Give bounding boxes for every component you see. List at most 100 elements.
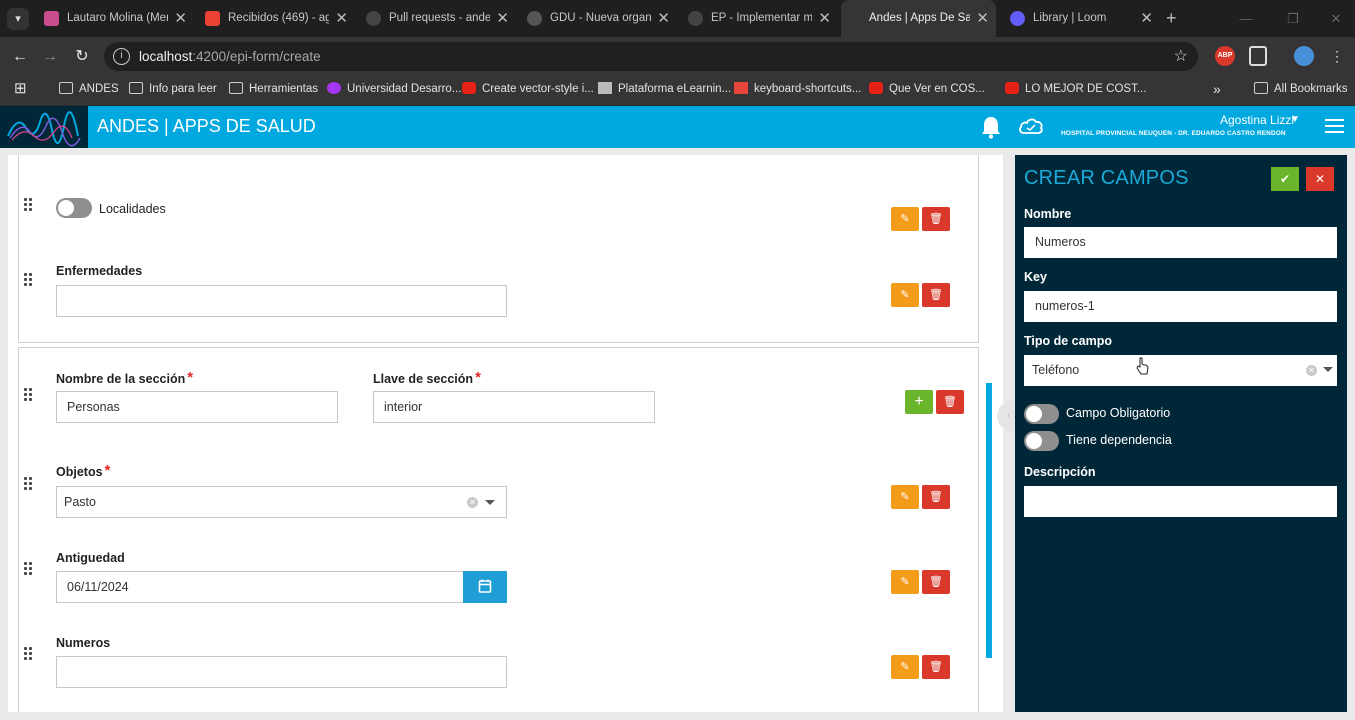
- gmail-icon: [205, 11, 220, 26]
- close-icon[interactable]: ✕: [818, 0, 831, 37]
- bookmark-label: Universidad Desarro...: [347, 83, 462, 95]
- close-icon[interactable]: ✕: [496, 0, 509, 37]
- browser-tab[interactable]: GDU - Nueva organi ✕: [517, 0, 677, 37]
- folder-icon: [59, 82, 73, 94]
- more-bookmarks-icon[interactable]: »: [1213, 76, 1221, 102]
- panel-title: CREAR CAMPOS: [1024, 167, 1189, 189]
- descripcion-input[interactable]: [1024, 486, 1337, 517]
- bookmark-label: Create vector-style i...: [482, 83, 594, 95]
- section-name-label-text: Nombre de la sección: [56, 372, 186, 386]
- confirm-button[interactable]: ✔: [1271, 167, 1299, 191]
- bookmark-item[interactable]: keyboard-shortcuts...: [734, 76, 861, 102]
- andes-logo[interactable]: [0, 106, 88, 148]
- apps-grid-icon[interactable]: ⊞: [14, 76, 27, 102]
- nombre-input[interactable]: Numeros: [1024, 227, 1337, 258]
- clear-icon[interactable]: ✕: [467, 497, 478, 508]
- delete-button[interactable]: 🗑: [922, 485, 950, 509]
- close-icon[interactable]: ✕: [976, 0, 989, 37]
- browser-tab[interactable]: Pull requests - andes ✕: [356, 0, 516, 37]
- user-name[interactable]: Agostina Lizzi: [1220, 113, 1294, 127]
- close-icon[interactable]: ✕: [335, 0, 348, 37]
- maximize-icon[interactable]: ❐: [1270, 0, 1316, 37]
- drag-handle-icon[interactable]: [24, 562, 36, 576]
- tiene-dependencia-toggle[interactable]: [1024, 431, 1059, 451]
- drag-handle-icon[interactable]: [24, 273, 36, 287]
- field-label: Enfermedades: [56, 264, 143, 278]
- youtube-icon: [462, 82, 476, 94]
- form-section: Nombre de la sección * Personas Llave de …: [18, 347, 979, 712]
- adblock-plus-icon[interactable]: ABP: [1215, 46, 1235, 66]
- tipo-campo-select[interactable]: Teléfono ✕: [1024, 355, 1337, 386]
- chevron-down-icon[interactable]: [485, 500, 495, 505]
- tab-title: Pull requests - andes: [389, 12, 490, 24]
- new-tab-button[interactable]: +: [1166, 0, 1177, 37]
- bookmark-item[interactable]: ANDES: [59, 76, 119, 102]
- bell-icon[interactable]: [980, 115, 1002, 139]
- close-icon[interactable]: ✕: [174, 0, 187, 37]
- delete-button[interactable]: 🗑: [922, 570, 950, 594]
- required-mark: *: [104, 462, 111, 479]
- drag-handle-icon[interactable]: [24, 647, 36, 661]
- window-close-icon[interactable]: ✕: [1313, 0, 1355, 37]
- section-name-input[interactable]: Personas: [56, 391, 338, 423]
- browser-tab[interactable]: Library | Loom ✕: [1000, 0, 1160, 37]
- delete-button[interactable]: 🗑: [922, 283, 950, 307]
- browser-tab[interactable]: Recibidos (469) - agc ✕: [195, 0, 355, 37]
- enfermedades-input[interactable]: [56, 285, 507, 317]
- site-info-icon[interactable]: i: [113, 48, 130, 65]
- cloud-sync-icon[interactable]: [1018, 117, 1044, 135]
- close-icon[interactable]: ✕: [1140, 0, 1153, 37]
- close-icon[interactable]: ✕: [657, 0, 670, 37]
- chevron-down-icon[interactable]: [1323, 367, 1333, 372]
- close-panel-button[interactable]: ✕: [1306, 167, 1334, 191]
- extensions-icon[interactable]: [1249, 46, 1267, 66]
- menu-icon[interactable]: [1325, 119, 1344, 133]
- minimize-icon[interactable]: —: [1223, 0, 1269, 37]
- reload-icon[interactable]: ↻: [70, 45, 94, 69]
- edit-button[interactable]: ✎: [891, 207, 919, 231]
- delete-button[interactable]: 🗑: [922, 207, 950, 231]
- numeros-input[interactable]: [56, 656, 507, 688]
- bookmark-item[interactable]: Plataforma eLearnin...: [598, 76, 731, 102]
- add-field-button[interactable]: +: [905, 390, 933, 414]
- all-bookmarks[interactable]: All Bookmarks: [1254, 76, 1348, 102]
- forward-icon[interactable]: →: [38, 45, 62, 69]
- browser-tab[interactable]: Lautaro Molina (Men ✕: [34, 0, 194, 37]
- drag-handle-icon[interactable]: [24, 477, 36, 491]
- objetos-select[interactable]: Pasto ✕: [56, 486, 507, 518]
- tipo-campo-label: Tipo de campo: [1024, 334, 1112, 348]
- browser-menu-icon[interactable]: ⋮: [1330, 46, 1344, 66]
- chevron-down-icon[interactable]: ▼: [1290, 114, 1300, 125]
- browser-tab[interactable]: EP - Implementar m ✕: [678, 0, 838, 37]
- drag-handle-icon[interactable]: [24, 388, 36, 402]
- antiguedad-date-input[interactable]: 06/11/2024: [56, 571, 464, 603]
- tab-search-button[interactable]: ▾: [7, 8, 29, 30]
- form-section: Localidades ✎ 🗑 Enfermedades ✎ 🗑: [18, 155, 979, 343]
- campo-obligatorio-toggle[interactable]: [1024, 404, 1059, 424]
- bookmark-item[interactable]: Universidad Desarro...: [327, 76, 461, 102]
- back-icon[interactable]: ←: [8, 45, 32, 69]
- github-icon: [366, 11, 381, 26]
- select-value: Teléfono: [1032, 363, 1080, 377]
- drag-handle-icon[interactable]: [24, 198, 36, 212]
- bookmark-item[interactable]: LO MEJOR DE COST...: [1005, 76, 1146, 102]
- section-key-input[interactable]: interior: [373, 391, 655, 423]
- edit-button[interactable]: ✎: [891, 655, 919, 679]
- bookmark-item[interactable]: Create vector-style i...: [462, 76, 594, 102]
- delete-section-button[interactable]: 🗑: [936, 390, 964, 414]
- localidades-toggle[interactable]: [56, 198, 92, 218]
- bookmark-item[interactable]: Que Ver en COS...: [869, 76, 985, 102]
- bookmark-item[interactable]: Info para leer: [129, 76, 217, 102]
- key-input[interactable]: numeros-1: [1024, 291, 1337, 322]
- delete-button[interactable]: 🗑: [922, 655, 950, 679]
- bookmark-item[interactable]: Herramientas: [229, 76, 318, 102]
- profile-avatar[interactable]: [1294, 46, 1314, 66]
- clear-icon[interactable]: ✕: [1306, 365, 1317, 376]
- browser-tab-active[interactable]: Andes | Apps De Salu ✕: [841, 0, 996, 37]
- edit-button[interactable]: ✎: [891, 570, 919, 594]
- calendar-button[interactable]: [463, 571, 507, 603]
- edit-button[interactable]: ✎: [891, 485, 919, 509]
- bookmark-star-icon[interactable]: ☆: [1174, 42, 1188, 71]
- edit-button[interactable]: ✎: [891, 283, 919, 307]
- address-bar[interactable]: i localhost:4200/epi-form/create ☆: [104, 42, 1198, 71]
